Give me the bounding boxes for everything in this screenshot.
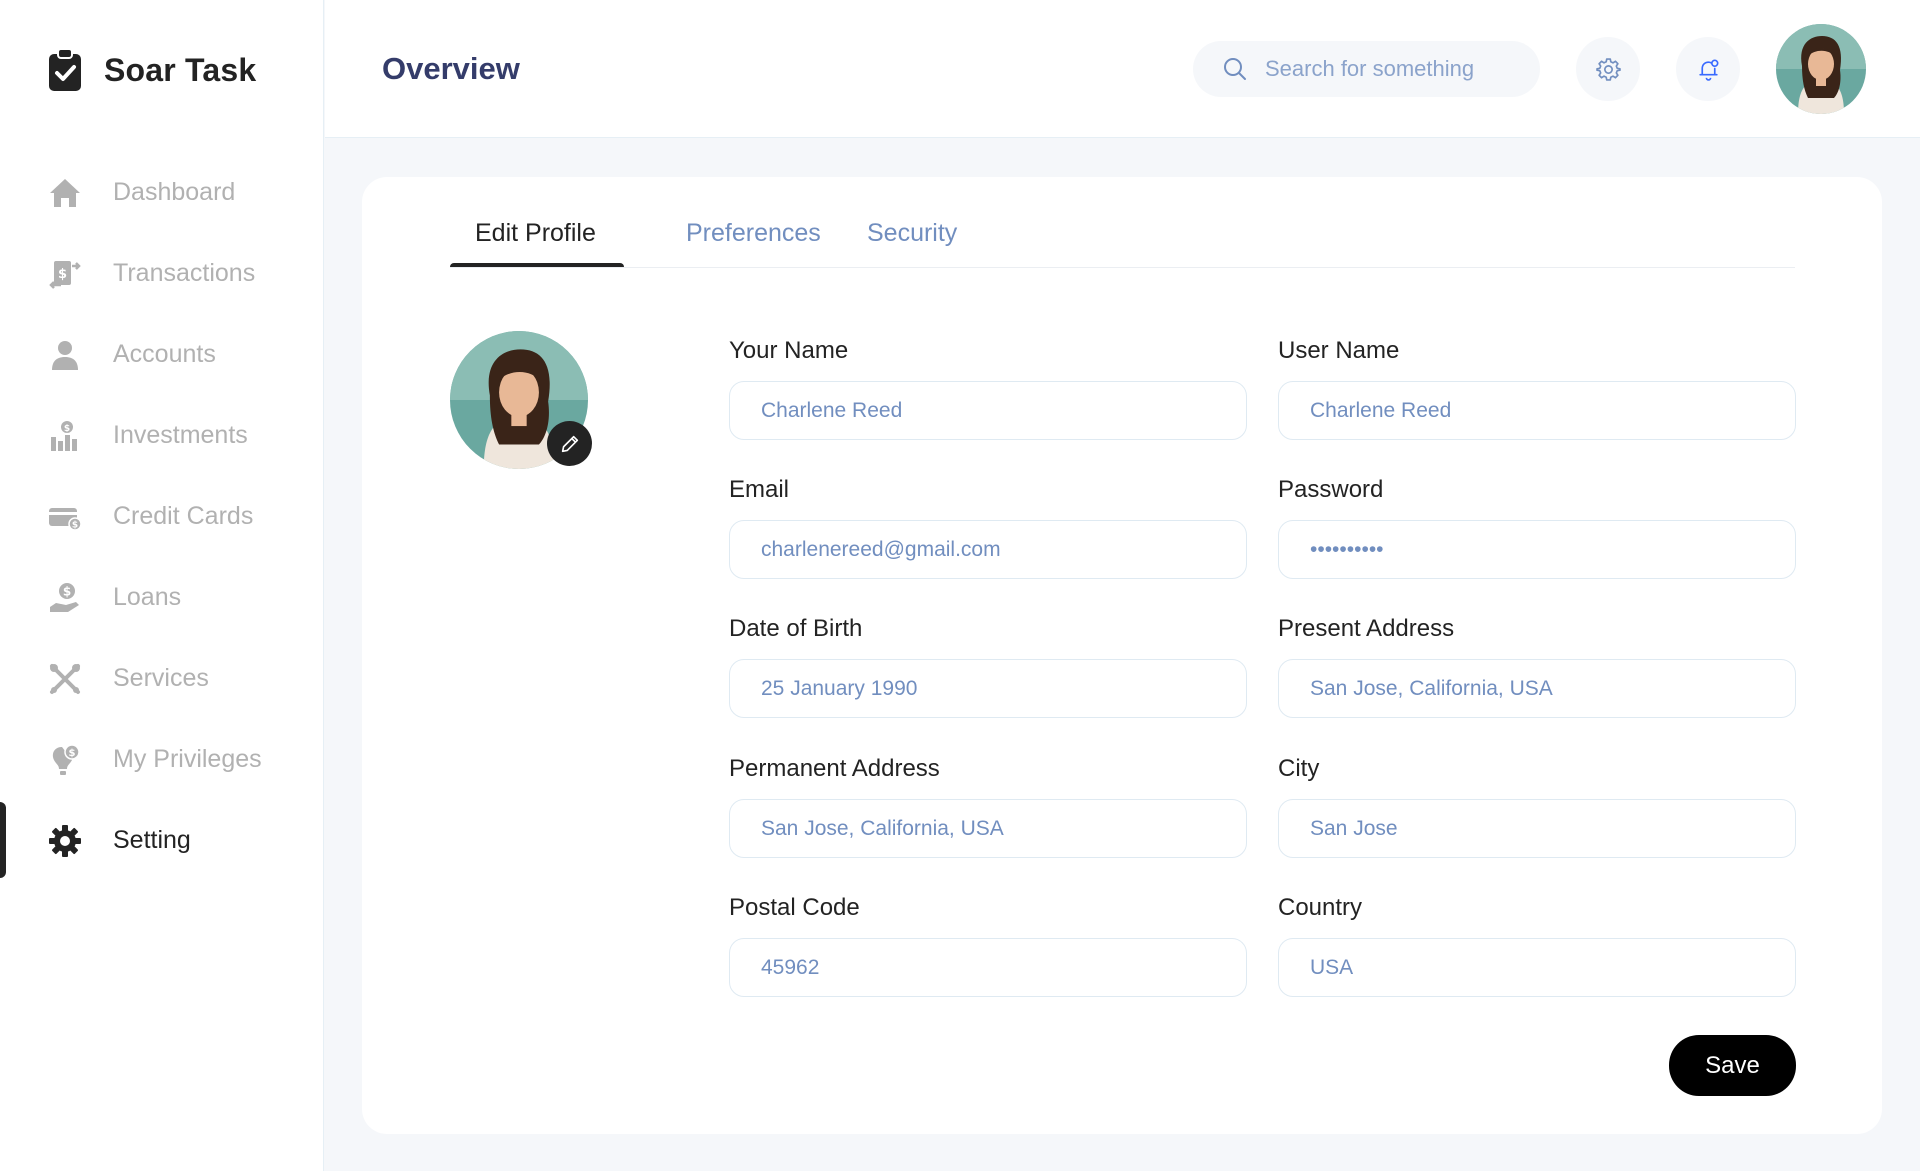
notifications-button[interactable] xyxy=(1676,37,1740,101)
user-name-label: User Name xyxy=(1278,337,1400,364)
svg-text:$: $ xyxy=(58,267,67,282)
sidebar-item-my-privileges[interactable]: $ My Privileges xyxy=(0,719,324,800)
search-input[interactable] xyxy=(1265,56,1525,82)
sidebar-item-dashboard[interactable]: Dashboard xyxy=(0,152,324,233)
sidebar-item-credit-cards[interactable]: $ Credit Cards xyxy=(0,476,324,557)
investment-icon: $ xyxy=(48,419,82,453)
password-input[interactable] xyxy=(1278,520,1796,579)
city-label: City xyxy=(1278,755,1320,782)
sidebar-item-label: Investments xyxy=(113,421,248,449)
page-title: Overview xyxy=(382,51,520,86)
save-button[interactable]: Save xyxy=(1669,1035,1796,1096)
password-label: Password xyxy=(1278,476,1384,503)
settings-button[interactable] xyxy=(1576,37,1640,101)
your-name-field-group: Your Name xyxy=(729,337,1247,440)
email-input[interactable] xyxy=(729,520,1247,579)
svg-text:$: $ xyxy=(72,520,78,530)
sidebar-item-label: Accounts xyxy=(113,340,216,368)
search-bar[interactable] xyxy=(1193,41,1540,97)
privileges-icon: $ xyxy=(48,743,82,777)
postal-code-label: Postal Code xyxy=(729,894,860,921)
brand-title: Soar Task xyxy=(104,51,257,88)
active-tab-underline xyxy=(450,263,624,267)
city-input[interactable] xyxy=(1278,799,1796,858)
sidebar-item-label: Setting xyxy=(113,826,191,854)
credit-card-icon: $ xyxy=(48,500,82,534)
pencil-icon xyxy=(561,435,578,452)
tab-preferences[interactable]: Preferences xyxy=(686,219,821,248)
dob-input[interactable] xyxy=(729,659,1247,718)
user-avatar[interactable] xyxy=(1776,24,1866,114)
user-name-input[interactable] xyxy=(1278,381,1796,440)
brand[interactable]: Soar Task xyxy=(48,48,256,92)
edit-photo-button[interactable] xyxy=(547,421,592,466)
sidebar-item-label: Services xyxy=(113,664,209,692)
country-label: Country xyxy=(1278,894,1363,921)
sidebar-item-accounts[interactable]: Accounts xyxy=(0,314,324,395)
search-icon xyxy=(1224,58,1246,80)
email-label: Email xyxy=(729,476,790,503)
user-name-field-group: User Name xyxy=(1278,337,1796,440)
services-icon xyxy=(48,662,82,696)
profile-settings-card: Edit Profile Preferences Security Your N… xyxy=(362,177,1882,1134)
svg-text:$: $ xyxy=(63,584,71,598)
tab-security[interactable]: Security xyxy=(867,219,957,248)
dob-field-group: Date of Birth xyxy=(729,615,1247,718)
sidebar: Soar Task Dashboard $ Transactions Accou… xyxy=(0,0,324,1171)
sidebar-item-label: Loans xyxy=(113,583,182,611)
country-field-group: Country xyxy=(1278,894,1796,997)
sidebar-item-investments[interactable]: $ Investments xyxy=(0,395,324,476)
sidebar-item-setting[interactable]: Setting xyxy=(0,800,324,881)
sidebar-item-label: Dashboard xyxy=(113,178,236,206)
active-indicator xyxy=(0,802,6,878)
sidebar-item-label: Transactions xyxy=(113,259,256,287)
present-address-input[interactable] xyxy=(1278,659,1796,718)
gear-icon xyxy=(1595,57,1621,81)
password-field-group: Password xyxy=(1278,476,1796,579)
clipboard-check-icon xyxy=(49,48,81,91)
dob-label: Date of Birth xyxy=(729,615,863,642)
your-name-label: Your Name xyxy=(729,337,849,364)
loan-icon: $ xyxy=(48,581,82,615)
transfer-icon: $ xyxy=(48,257,82,291)
sidebar-item-label: My Privileges xyxy=(113,745,262,773)
home-icon xyxy=(48,176,82,210)
settings-tabs: Edit Profile Preferences Security xyxy=(450,177,1795,268)
sidebar-item-loans[interactable]: $ Loans xyxy=(0,557,324,638)
tab-edit-profile[interactable]: Edit Profile xyxy=(475,219,596,248)
present-address-label: Present Address xyxy=(1278,615,1455,642)
gear-icon xyxy=(48,824,82,858)
postal-code-input[interactable] xyxy=(729,938,1247,997)
postal-code-field-group: Postal Code xyxy=(729,894,1247,997)
present-address-field-group: Present Address xyxy=(1278,615,1796,718)
sidebar-item-label: Credit Cards xyxy=(113,502,254,530)
your-name-input[interactable] xyxy=(729,381,1247,440)
sidebar-item-transactions[interactable]: $ Transactions xyxy=(0,233,324,314)
permanent-address-label: Permanent Address xyxy=(729,755,940,782)
country-input[interactable] xyxy=(1278,938,1796,997)
permanent-address-field-group: Permanent Address xyxy=(729,755,1247,858)
top-header: Overview xyxy=(325,0,1920,138)
sidebar-item-services[interactable]: Services xyxy=(0,638,324,719)
svg-text:$: $ xyxy=(69,748,76,759)
permanent-address-input[interactable] xyxy=(729,799,1247,858)
svg-text:$: $ xyxy=(64,424,70,434)
bell-icon xyxy=(1698,59,1718,81)
user-icon xyxy=(48,338,82,372)
email-field-group: Email xyxy=(729,476,1247,579)
city-field-group: City xyxy=(1278,755,1796,858)
sidebar-nav: Dashboard $ Transactions Accounts $ Inve… xyxy=(0,152,324,881)
